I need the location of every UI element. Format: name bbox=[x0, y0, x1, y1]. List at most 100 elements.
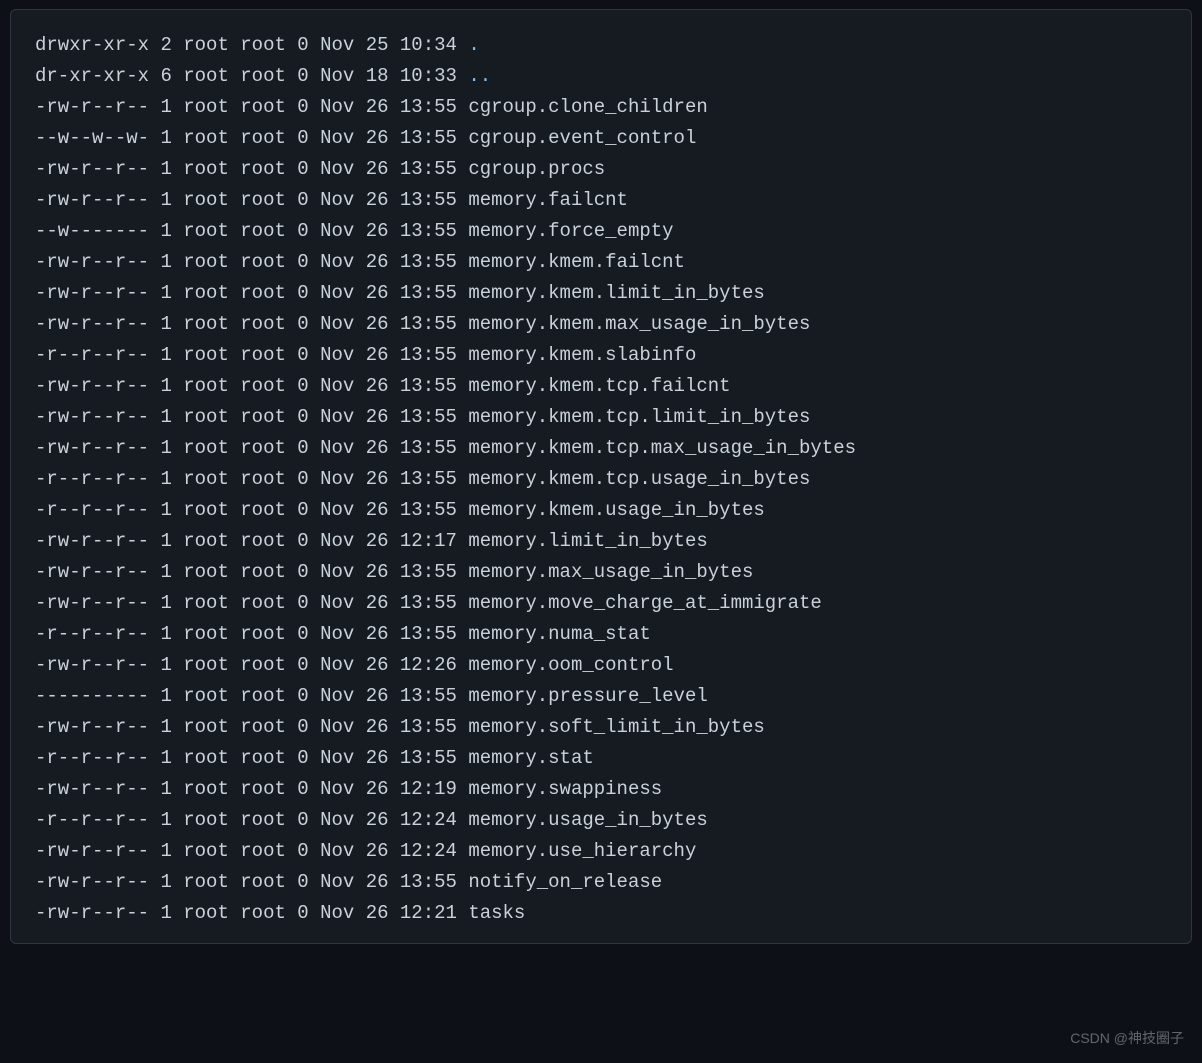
listing-row: -r--r--r-- 1 root root 0 Nov 26 13:55 me… bbox=[35, 464, 1167, 495]
separator bbox=[149, 499, 160, 521]
separator bbox=[309, 127, 320, 149]
link-count: 1 bbox=[160, 127, 171, 149]
separator bbox=[457, 809, 468, 831]
size: 0 bbox=[297, 127, 308, 149]
separator bbox=[309, 406, 320, 428]
separator bbox=[286, 127, 297, 149]
permissions: -rw-r--r-- bbox=[35, 592, 149, 614]
listing-row: -rw-r--r-- 1 root root 0 Nov 26 12:19 me… bbox=[35, 774, 1167, 805]
link-count: 1 bbox=[160, 561, 171, 583]
size: 0 bbox=[297, 437, 308, 459]
separator bbox=[457, 840, 468, 862]
date: Nov 26 12:26 bbox=[320, 654, 457, 676]
separator bbox=[457, 313, 468, 335]
separator bbox=[309, 561, 320, 583]
link-count: 1 bbox=[160, 282, 171, 304]
group: root bbox=[240, 406, 286, 428]
owner: root bbox=[183, 809, 229, 831]
group: root bbox=[240, 592, 286, 614]
separator bbox=[172, 437, 183, 459]
separator bbox=[149, 158, 160, 180]
listing-row: -rw-r--r-- 1 root root 0 Nov 26 13:55 cg… bbox=[35, 154, 1167, 185]
link-count: 1 bbox=[160, 778, 171, 800]
listing-row: -rw-r--r-- 1 root root 0 Nov 26 13:55 me… bbox=[35, 309, 1167, 340]
size: 0 bbox=[297, 561, 308, 583]
separator bbox=[309, 313, 320, 335]
separator bbox=[457, 778, 468, 800]
file-name: memory.swappiness bbox=[468, 778, 662, 800]
date: Nov 26 12:21 bbox=[320, 902, 457, 924]
group: root bbox=[240, 468, 286, 490]
date: Nov 26 13:55 bbox=[320, 189, 457, 211]
separator bbox=[149, 685, 160, 707]
owner: root bbox=[183, 375, 229, 397]
group: root bbox=[240, 623, 286, 645]
separator bbox=[172, 468, 183, 490]
separator bbox=[229, 437, 240, 459]
separator bbox=[229, 871, 240, 893]
owner: root bbox=[183, 871, 229, 893]
separator bbox=[229, 282, 240, 304]
link-count: 1 bbox=[160, 902, 171, 924]
permissions: -rw-r--r-- bbox=[35, 778, 149, 800]
permissions: -rw-r--r-- bbox=[35, 158, 149, 180]
file-name: notify_on_release bbox=[468, 871, 662, 893]
separator bbox=[286, 747, 297, 769]
separator bbox=[172, 406, 183, 428]
listing-row: -rw-r--r-- 1 root root 0 Nov 26 13:55 me… bbox=[35, 371, 1167, 402]
group: root bbox=[240, 251, 286, 273]
separator bbox=[309, 220, 320, 242]
link-count: 1 bbox=[160, 158, 171, 180]
owner: root bbox=[183, 406, 229, 428]
separator bbox=[172, 623, 183, 645]
separator bbox=[149, 251, 160, 273]
separator bbox=[457, 871, 468, 893]
separator bbox=[457, 251, 468, 273]
listing-row: -rw-r--r-- 1 root root 0 Nov 26 13:55 me… bbox=[35, 247, 1167, 278]
separator bbox=[149, 127, 160, 149]
file-name: . bbox=[468, 34, 479, 56]
separator bbox=[172, 902, 183, 924]
size: 0 bbox=[297, 499, 308, 521]
owner: root bbox=[183, 902, 229, 924]
separator bbox=[309, 654, 320, 676]
separator bbox=[149, 189, 160, 211]
separator bbox=[149, 716, 160, 738]
permissions: -rw-r--r-- bbox=[35, 96, 149, 118]
separator bbox=[149, 406, 160, 428]
size: 0 bbox=[297, 220, 308, 242]
permissions: dr-xr-xr-x bbox=[35, 65, 149, 87]
permissions: -rw-r--r-- bbox=[35, 282, 149, 304]
listing-row: -rw-r--r-- 1 root root 0 Nov 26 13:55 no… bbox=[35, 867, 1167, 898]
separator bbox=[149, 654, 160, 676]
file-name: memory.max_usage_in_bytes bbox=[468, 561, 753, 583]
date: Nov 26 13:55 bbox=[320, 716, 457, 738]
group: root bbox=[240, 530, 286, 552]
file-name: memory.usage_in_bytes bbox=[468, 809, 707, 831]
file-name: memory.pressure_level bbox=[468, 685, 707, 707]
separator bbox=[457, 437, 468, 459]
permissions: -r--r--r-- bbox=[35, 499, 149, 521]
separator bbox=[229, 654, 240, 676]
owner: root bbox=[183, 65, 229, 87]
group: root bbox=[240, 158, 286, 180]
separator bbox=[457, 189, 468, 211]
file-name: memory.stat bbox=[468, 747, 593, 769]
file-name: memory.kmem.tcp.failcnt bbox=[468, 375, 730, 397]
separator bbox=[229, 406, 240, 428]
separator bbox=[457, 375, 468, 397]
listing-row: -rw-r--r-- 1 root root 0 Nov 26 13:55 me… bbox=[35, 557, 1167, 588]
date: Nov 26 13:55 bbox=[320, 623, 457, 645]
date: Nov 25 10:34 bbox=[320, 34, 457, 56]
separator bbox=[286, 220, 297, 242]
link-count: 1 bbox=[160, 530, 171, 552]
separator bbox=[457, 34, 468, 56]
date: Nov 26 12:17 bbox=[320, 530, 457, 552]
separator bbox=[149, 65, 160, 87]
owner: root bbox=[183, 840, 229, 862]
separator bbox=[457, 127, 468, 149]
owner: root bbox=[183, 685, 229, 707]
size: 0 bbox=[297, 65, 308, 87]
size: 0 bbox=[297, 747, 308, 769]
file-name: memory.limit_in_bytes bbox=[468, 530, 707, 552]
